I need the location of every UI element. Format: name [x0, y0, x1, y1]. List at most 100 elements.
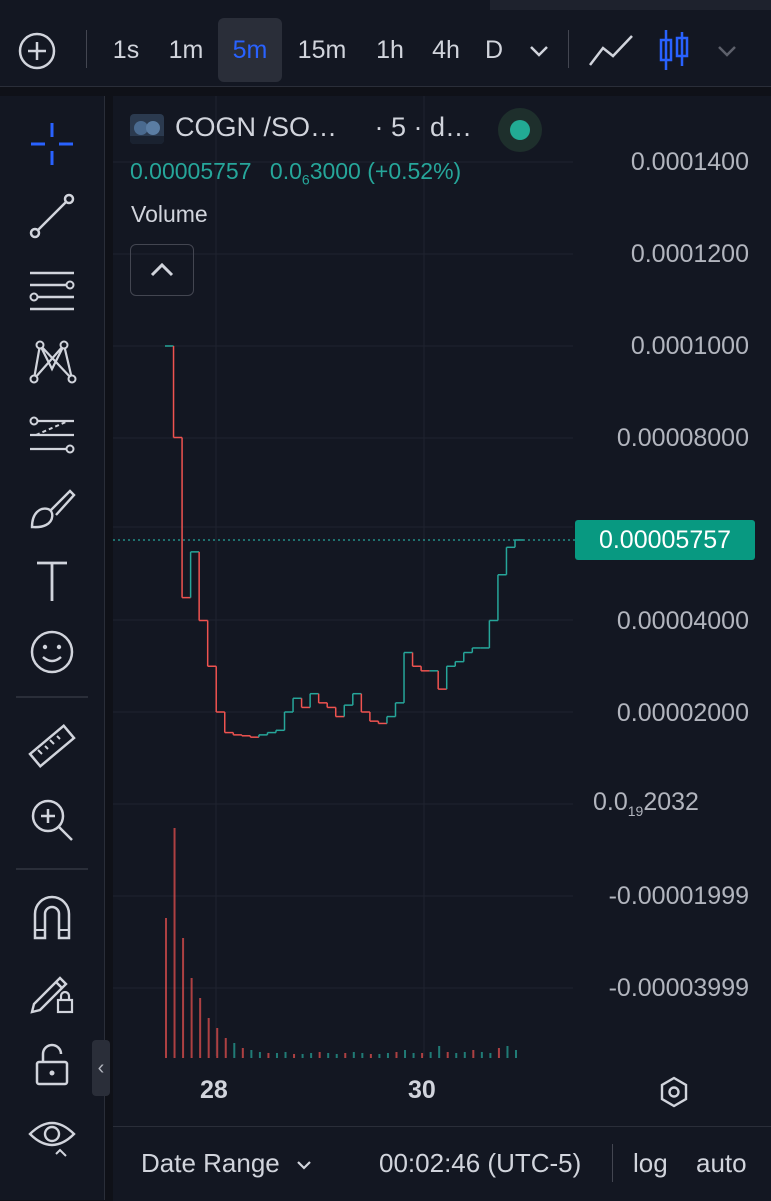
volume-bar — [463, 1052, 466, 1058]
legend-change: 0.063000 (+0.52%) — [269, 158, 462, 188]
volume-bar — [165, 918, 167, 1058]
price-axis-label: 0.00002000 — [616, 699, 749, 727]
chevron-down-icon[interactable] — [524, 36, 554, 66]
volume-bar — [216, 1028, 219, 1058]
volume-bar — [369, 1054, 372, 1058]
fib-lines-icon[interactable] — [24, 262, 80, 318]
drawing-toolbar — [0, 96, 105, 1200]
price-axis-label: -0.00003999 — [608, 974, 749, 1002]
date-range-button[interactable]: Date Range — [141, 1148, 313, 1179]
volume-bar — [429, 1052, 432, 1058]
price-axis-label: -0.00001999 — [608, 882, 749, 910]
volume-bar — [395, 1052, 398, 1058]
price-axis-label: 0.00008000 — [616, 424, 749, 452]
timeframe-toolbar: 1s 1m 5m 15m 1h 4h D — [0, 0, 771, 87]
trend-line-icon[interactable] — [24, 188, 80, 244]
volume-bar — [412, 1053, 415, 1058]
price-axis-label: 0.00004000 — [616, 607, 749, 635]
log-scale-toggle[interactable]: log — [633, 1148, 668, 1179]
lock-icon[interactable] — [24, 1036, 80, 1092]
volume-bar — [275, 1053, 278, 1058]
volume-bar — [472, 1050, 475, 1058]
volume-bar — [446, 1052, 449, 1058]
market-status-icon[interactable] — [498, 108, 542, 152]
volume-bar — [489, 1053, 492, 1058]
legend-price: 0.00005757 — [130, 158, 252, 184]
collapse-toolbar-handle[interactable]: ‹ — [92, 1040, 110, 1096]
volume-bar — [318, 1052, 321, 1058]
volume-bar — [233, 1043, 236, 1058]
time-axis-label: 28 — [200, 1076, 228, 1104]
volume-bar — [480, 1052, 483, 1058]
volume-bar — [421, 1053, 424, 1058]
volume-bar — [497, 1048, 500, 1058]
forecast-icon[interactable] — [24, 406, 80, 462]
ruler-icon[interactable] — [24, 718, 80, 774]
volume-bar — [258, 1052, 261, 1058]
line-chart-icon[interactable] — [586, 28, 636, 72]
time-axis-label: 30 — [408, 1076, 436, 1104]
volume-bar — [455, 1053, 458, 1058]
brush-icon[interactable] — [24, 480, 80, 536]
volume-bar — [301, 1054, 304, 1058]
price-axis-label: 0.0001200 — [630, 240, 749, 268]
pattern-icon[interactable] — [24, 334, 80, 390]
volume-bar — [378, 1054, 381, 1058]
volume-bar — [173, 828, 176, 1058]
toolbar-divider — [16, 868, 88, 870]
volume-bar — [344, 1053, 347, 1058]
clock-timezone[interactable]: 00:02:46 (UTC-5) — [379, 1148, 581, 1179]
toolbar-divider — [568, 30, 569, 68]
timeframe-1m[interactable]: 1m — [160, 18, 212, 82]
top-strip — [490, 0, 771, 10]
bottom-divider — [612, 1144, 613, 1182]
text-icon[interactable] — [24, 552, 80, 608]
volume-bar — [335, 1054, 338, 1058]
magnet-icon[interactable] — [24, 890, 80, 946]
volume-bar — [438, 1046, 441, 1058]
chevron-down-icon[interactable] — [712, 36, 742, 66]
volume-bar — [250, 1050, 253, 1058]
volume-bar — [284, 1052, 287, 1058]
volume-bar — [386, 1053, 389, 1058]
volume-bar — [182, 938, 185, 1058]
auto-scale-toggle[interactable]: auto — [696, 1148, 747, 1179]
volume-bar — [506, 1046, 509, 1058]
settings-hex-icon[interactable] — [656, 1074, 692, 1110]
volume-bar — [327, 1053, 330, 1058]
volume-bar — [199, 998, 202, 1058]
collapse-legend-button[interactable] — [130, 244, 194, 296]
symbol-name: COGN /SO… — [175, 112, 338, 142]
eye-icon[interactable] — [24, 1108, 80, 1164]
emoji-icon[interactable] — [24, 624, 80, 680]
legend-prices: 0.00005757 0.063000 (+0.52%) — [130, 158, 461, 188]
volume-bar — [310, 1053, 313, 1058]
lock-drawing-icon[interactable] — [24, 962, 80, 1018]
timeframe-d[interactable]: D — [478, 18, 510, 82]
toolbar-divider — [16, 696, 88, 698]
crosshair-icon[interactable] — [24, 116, 80, 172]
volume-bar — [207, 1018, 210, 1058]
volume-bar — [352, 1052, 355, 1058]
zoom-in-icon[interactable] — [24, 792, 80, 848]
timeframe-1h[interactable]: 1h — [366, 18, 414, 82]
volume-bar — [293, 1054, 296, 1058]
symbol-title[interactable]: COGN /SO… · 5 · d… — [175, 112, 472, 143]
last-price-label: 0.00005757 — [575, 520, 755, 560]
volume-bar — [190, 978, 193, 1058]
volume-label[interactable]: Volume — [131, 201, 208, 228]
chevron-down-icon — [297, 1161, 311, 1170]
timeframe-4h[interactable]: 4h — [422, 18, 470, 82]
timeframe-5m[interactable]: 5m — [218, 18, 282, 82]
symbol-logo — [130, 114, 164, 144]
add-circle-icon[interactable] — [16, 30, 58, 72]
timeframe-15m[interactable]: 15m — [290, 18, 354, 82]
timeframe-1s[interactable]: 1s — [104, 18, 148, 82]
candlestick-icon[interactable] — [652, 26, 696, 74]
toolbar-divider — [86, 30, 87, 68]
volume-bar — [224, 1038, 227, 1058]
volume-bar — [404, 1050, 407, 1058]
price-axis-label: 0.0001000 — [630, 332, 749, 360]
volume-bar — [361, 1053, 364, 1058]
price-axis-zero-label: 0.0192032 — [593, 788, 699, 819]
